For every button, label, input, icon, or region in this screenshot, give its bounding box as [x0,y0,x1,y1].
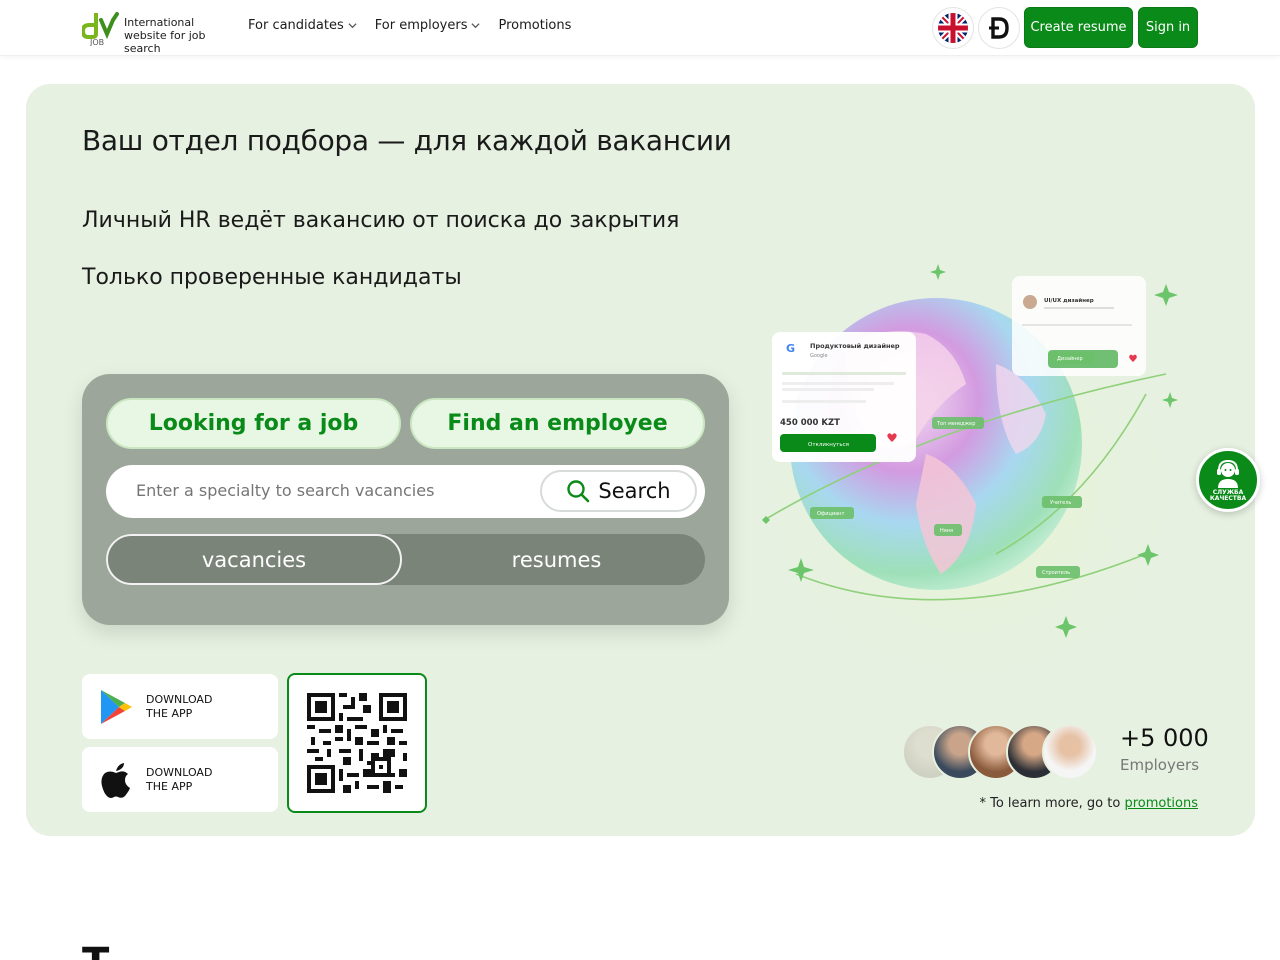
globe-tag: Учитель [1050,500,1071,506]
quality-service-button[interactable]: СЛУЖБА КАЧЕСТВА [1196,448,1260,512]
find-employee-button[interactable]: Find an employee [410,398,705,449]
chevron-down-icon [471,23,481,29]
logo-tagline: International website for job search [124,16,206,55]
store-line-2: THE APP [146,706,193,720]
search-button-label: Search [598,479,671,503]
search-box: Search [106,465,705,518]
store-line-1: DOWNLOAD [146,765,213,779]
toggle-vacancies[interactable]: vacancies [106,534,402,585]
svg-text:G: G [786,342,795,355]
nav-label: For employers [374,18,468,33]
svg-text:450 000 KZT: 450 000 KZT [780,418,840,428]
search-type-toggle: vacancies resumes [106,534,705,585]
hero-title: Ваш отдел подбора — для каждой вакансии [82,124,732,157]
hero-section: Ваш отдел подбора — для каждой вакансии … [26,84,1255,836]
globe-tag: Официант [817,511,844,517]
promotions-link[interactable]: promotions [1124,796,1198,811]
nav-label: Promotions [498,18,572,33]
employers-label: Employers [1120,756,1200,774]
nav-for-candidates[interactable]: For candidates [248,18,357,33]
logo-mark-icon: JOB [80,10,120,47]
section-heading: Т [82,940,109,960]
support-line-2: КАЧЕСТВА [1209,495,1247,502]
search-icon [567,480,590,503]
svg-text:JOB: JOB [89,38,104,46]
hero-subtitle-2: Только проверенные кандидаты [82,265,462,290]
search-card: Looking for a job Find an employee Searc… [82,374,729,625]
qr-code [287,673,427,813]
search-button[interactable]: Search [540,470,697,512]
toggle-resumes[interactable]: resumes [408,534,705,585]
uk-flag-icon [938,13,968,43]
google-play-text: DOWNLOAD THE APP [146,693,212,721]
employers-count: +5 000 [1120,724,1209,752]
globe-tag: Строитель [1042,570,1070,576]
sign-in-button[interactable]: Sign in [1138,7,1198,48]
globe-tag: Топ менеджер [936,421,975,427]
looking-for-job-button[interactable]: Looking for a job [106,398,401,449]
support-agent-icon [1217,459,1239,488]
svg-text:Откликнуться: Откликнуться [808,442,849,448]
app-store-button[interactable]: DOWNLOAD THE APP [82,747,278,812]
language-button[interactable] [932,7,974,49]
chevron-down-icon [348,23,357,29]
promotions-note: * To learn more, go to promotions [979,796,1198,811]
svg-text:UI/UX дизайнер: UI/UX дизайнер [1044,297,1094,304]
store-line-2: THE APP [146,779,193,793]
avatar [1042,724,1098,780]
nav-label: For candidates [248,18,344,33]
main-nav: For candidates For employers Promotions [248,18,571,33]
promo-note-prefix: * To learn more, go to [979,796,1121,811]
currency-button[interactable] [978,7,1020,49]
support-label: СЛУЖБА КАЧЕСТВА [1210,490,1246,502]
app-store-text: DOWNLOAD THE APP [146,766,212,794]
globe-job-card: G Продуктовый дизайнер Google 450 000 KZ… [772,332,916,462]
google-play-icon [96,687,136,727]
svg-text:Google: Google [810,353,828,359]
apple-icon [96,760,136,800]
globe-tag: Дизайнер [1057,355,1083,362]
globe-illustration: G Продуктовый дизайнер Google 450 000 KZ… [726,254,1196,694]
employer-avatars [902,722,1102,782]
nav-promotions[interactable]: Promotions [498,18,571,33]
google-play-button[interactable]: DOWNLOAD THE APP [82,674,278,739]
search-input[interactable] [136,481,516,500]
store-line-1: DOWNLOAD [146,692,213,706]
svg-text:Продуктовый дизайнер: Продуктовый дизайнер [810,342,900,350]
globe-tag: Няня [940,528,953,534]
create-resume-button[interactable]: Create resume [1024,7,1133,48]
hero-subtitle-1: Личный HR ведёт вакансию от поиска до за… [82,208,680,233]
nav-for-employers[interactable]: For employers [375,18,481,33]
site-logo[interactable]: JOB International website for job search [80,10,236,55]
qr-code-icon [307,693,407,793]
site-header: JOB International website for job search… [0,0,1280,56]
doge-coin-icon [989,17,1009,39]
